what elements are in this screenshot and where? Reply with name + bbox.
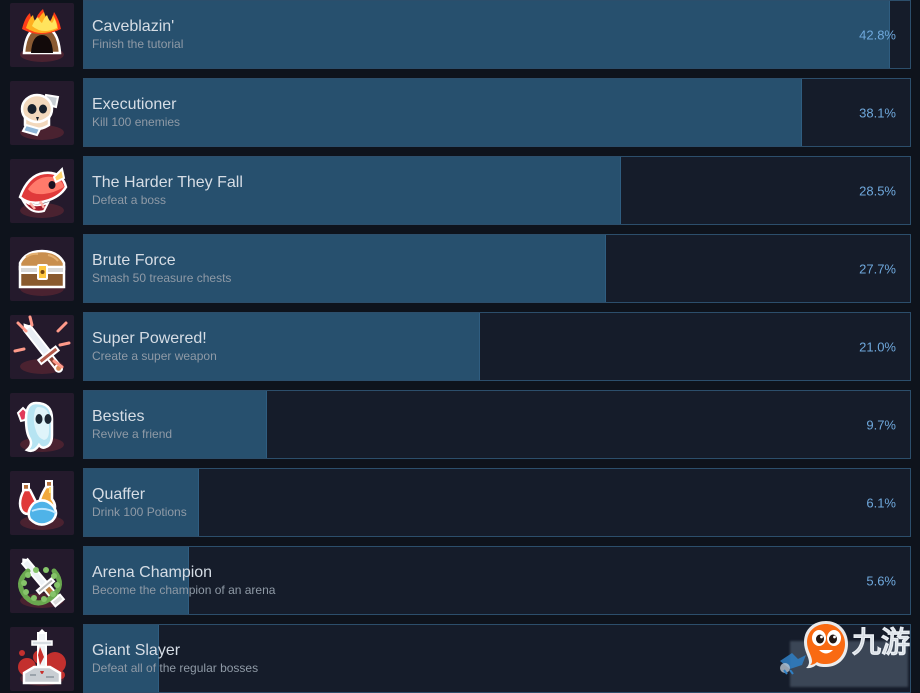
achievement-row[interactable]: Besties Revive a friend 9.7% xyxy=(0,390,920,459)
achievement-name: Caveblazin' xyxy=(92,18,175,35)
treasure-chest-icon xyxy=(18,249,66,288)
achievement-description: Defeat a boss xyxy=(92,193,167,207)
achievement-row[interactable]: The Harder They Fall Defeat a boss 28.5% xyxy=(0,156,920,225)
achievement-percent: 6.1% xyxy=(866,495,896,510)
achievement-name: Quaffer xyxy=(92,486,146,503)
achievement-percent: 42.8% xyxy=(859,27,896,42)
achievement-name: Super Powered! xyxy=(92,330,207,347)
achievement-icon-tile xyxy=(10,2,74,67)
achievement-progress-track: Brute Force Smash 50 treasure chests 27.7% xyxy=(83,234,911,303)
achievement-row[interactable]: Caveblazin' Finish the tutorial 42.8% xyxy=(0,0,920,69)
achievement-labels: Quaffer Drink 100 Potions xyxy=(84,469,910,536)
achievement-labels: Brute Force Smash 50 treasure chests xyxy=(84,235,910,302)
achievement-name: Besties xyxy=(92,408,145,425)
achievement-row[interactable]: Giant Slayer Defeat all of the regular bo… xyxy=(0,624,920,693)
achievement-icon-tile xyxy=(10,548,74,613)
achievement-description: Create a super weapon xyxy=(92,349,217,363)
achievement-progress-track: Besties Revive a friend 9.7% xyxy=(83,390,911,459)
achievements-page: Caveblazin' Finish the tutorial 42.8% Exec… xyxy=(0,0,920,693)
ghost-with-heart-icon xyxy=(16,401,54,452)
achievement-percent: 27.7% xyxy=(859,261,896,276)
achievement-labels: Besties Revive a friend xyxy=(84,391,910,458)
achievement-progress-track: Arena Champion Become the champion of an … xyxy=(83,546,911,615)
potion-bottles-icon xyxy=(18,479,58,526)
achievement-progress-track: Caveblazin' Finish the tutorial 42.8% xyxy=(83,0,911,69)
sword-in-stone-icon xyxy=(18,628,66,684)
achievement-description: Become the champion of an arena xyxy=(92,583,276,597)
achievement-description: Finish the tutorial xyxy=(92,37,184,51)
red-boss-monster-icon xyxy=(18,166,68,213)
achievement-description: Kill 100 enemies xyxy=(92,115,181,129)
sword-and-laurel-wreath-icon xyxy=(18,557,66,608)
achievement-icon-tile xyxy=(10,470,74,535)
achievement-icon-tile xyxy=(10,236,74,301)
achievement-description: Revive a friend xyxy=(92,427,173,441)
achievement-labels: Arena Champion Become the champion of an … xyxy=(84,547,910,614)
achievement-name: The Harder They Fall xyxy=(92,174,243,191)
achievement-percent: 38.1% xyxy=(859,105,896,120)
achievement-list: Caveblazin' Finish the tutorial 42.8% Exec… xyxy=(0,0,920,693)
achievement-icon-tile xyxy=(10,392,74,457)
achievement-name: Giant Slayer xyxy=(92,642,181,659)
glowing-sword-icon xyxy=(13,315,71,373)
achievement-labels: Giant Slayer Defeat all of the regular bo… xyxy=(84,625,910,692)
achievement-percent: 28.5% xyxy=(859,183,896,198)
flaming-cave-entrance-icon xyxy=(22,8,62,54)
achievement-row[interactable]: Quaffer Drink 100 Potions 6.1% xyxy=(0,468,920,537)
achievement-row[interactable]: Arena Champion Become the champion of an … xyxy=(0,546,920,615)
achievement-icon-tile xyxy=(10,158,74,223)
achievement-progress-track: Quaffer Drink 100 Potions 6.1% xyxy=(83,468,911,537)
achievement-labels: Executioner Kill 100 enemies xyxy=(84,79,910,146)
achievement-percent: 5.6% xyxy=(866,573,896,588)
achievement-labels: Caveblazin' Finish the tutorial xyxy=(84,1,910,68)
achievement-description: Drink 100 Potions xyxy=(92,505,187,519)
achievement-progress-track: Executioner Kill 100 enemies 38.1% xyxy=(83,78,911,147)
achievement-row[interactable]: Executioner Kill 100 enemies 38.1% xyxy=(0,78,920,147)
achievement-icon-tile xyxy=(10,314,74,379)
achievement-description: Defeat all of the regular bosses xyxy=(92,661,259,675)
achievement-row[interactable]: Super Powered! Create a super weapon 21.0% xyxy=(0,312,920,381)
achievement-icon-tile xyxy=(10,626,74,691)
achievement-name: Executioner xyxy=(92,96,177,113)
achievement-row[interactable]: Brute Force Smash 50 treasure chests 27.7% xyxy=(0,234,920,303)
achievement-icon-tile xyxy=(10,80,74,145)
achievement-progress-track: The Harder They Fall Defeat a boss 28.5% xyxy=(83,156,911,225)
achievement-labels: Super Powered! Create a super weapon xyxy=(84,313,910,380)
achievement-labels: The Harder They Fall Defeat a boss xyxy=(84,157,910,224)
achievement-name: Brute Force xyxy=(92,252,176,269)
achievement-percent: 21.0% xyxy=(859,339,896,354)
achievement-description: Smash 50 treasure chests xyxy=(92,271,232,285)
achievement-name: Arena Champion xyxy=(92,564,213,581)
achievement-progress-track: Giant Slayer Defeat all of the regular bo… xyxy=(83,624,911,693)
achievement-percent: 9.7% xyxy=(866,417,896,432)
skull-and-axe-icon xyxy=(20,93,60,136)
achievement-progress-track: Super Powered! Create a super weapon 21.0% xyxy=(83,312,911,381)
